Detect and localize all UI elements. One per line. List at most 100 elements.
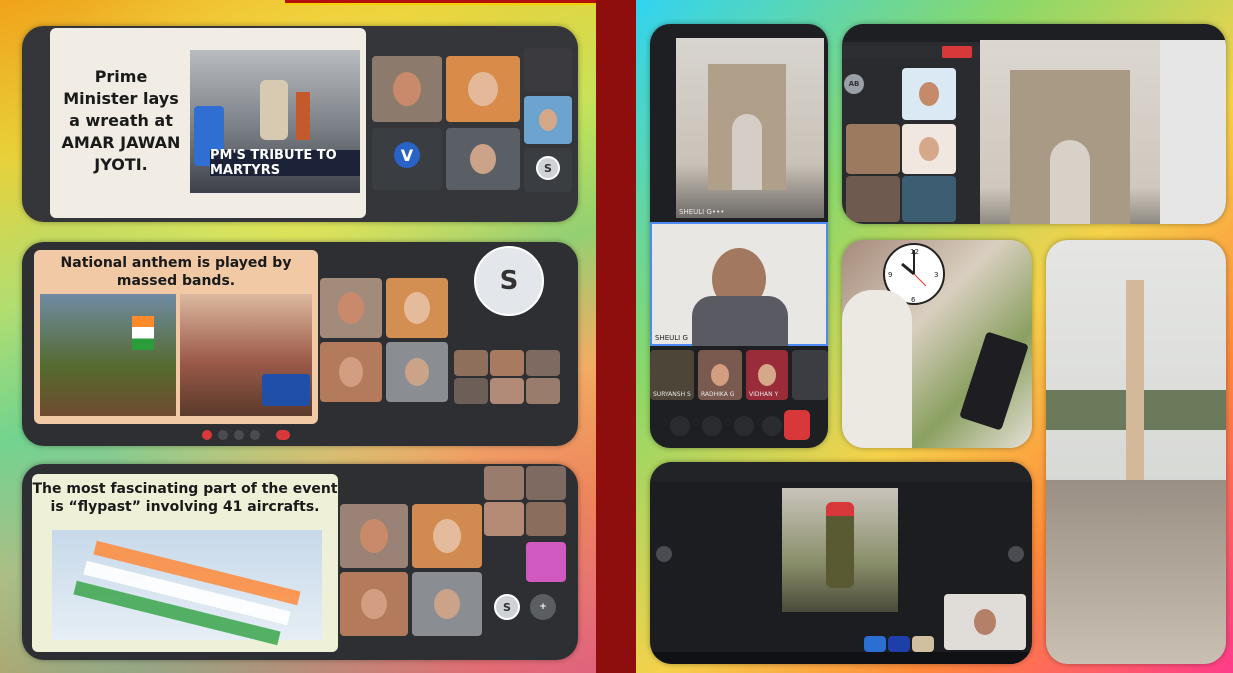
mic-off-icon[interactable] xyxy=(702,416,722,436)
band-photo-1 xyxy=(40,294,176,416)
more-options-icon[interactable]: ••• xyxy=(712,208,724,216)
video-tile xyxy=(526,466,566,500)
video-tile xyxy=(792,350,828,400)
india-gate-video: SHEULI G ••• xyxy=(676,38,824,218)
memorial-photo xyxy=(1046,240,1226,664)
video-tile xyxy=(902,176,956,222)
video-tile xyxy=(454,378,488,404)
video-tile xyxy=(454,350,488,376)
turban xyxy=(826,502,854,516)
meeting-screenshot-1: Prime Minister lays a wreath at AMAR JAW… xyxy=(22,26,578,222)
child-figure xyxy=(842,290,912,448)
svg-text:12: 12 xyxy=(910,248,919,256)
thumbnail[interactable] xyxy=(864,636,886,652)
india-gate-shape xyxy=(1010,70,1130,224)
svg-text:3: 3 xyxy=(934,271,938,279)
popup-overlay xyxy=(262,374,310,406)
flypast-photo xyxy=(52,530,322,646)
side-panel xyxy=(1160,40,1226,224)
mobile-meeting-screenshot: SHEULI G ••• SHEULI G SURYANSH S RADHIKA… xyxy=(650,24,828,448)
speaker-video: SHEULI G xyxy=(650,222,828,346)
soldier-figure xyxy=(826,510,854,588)
self-view-tile xyxy=(944,594,1026,650)
avatar: S xyxy=(494,594,520,620)
pm-photo: PM'S TRIBUTE TO MARTYRS xyxy=(190,50,360,193)
video-tile xyxy=(446,56,520,122)
participant-name: SURYANSH S xyxy=(653,391,691,398)
participant-name: SHEULI G xyxy=(679,208,712,216)
video-tile xyxy=(372,56,442,122)
end-call-button[interactable] xyxy=(202,430,212,440)
flag xyxy=(132,316,154,350)
video-tile xyxy=(386,342,448,402)
video-tile xyxy=(320,342,382,402)
video-tile: V xyxy=(372,128,442,190)
camera-icon[interactable] xyxy=(670,416,690,436)
thumbnail[interactable] xyxy=(912,636,934,652)
slide-title: The most fascinating part of the event i… xyxy=(32,481,338,515)
video-tile xyxy=(902,68,956,120)
thumbnail[interactable] xyxy=(888,636,910,652)
next-arrow-icon[interactable] xyxy=(1008,546,1024,562)
video-tile xyxy=(386,278,448,338)
video-tile xyxy=(412,504,482,568)
more-participants-icon[interactable]: + xyxy=(530,594,556,620)
video-tile: S xyxy=(524,148,572,192)
avatar: V xyxy=(394,142,420,168)
slide-pm-wreath: Prime Minister lays a wreath at AMAR JAW… xyxy=(50,28,366,218)
end-call-button[interactable] xyxy=(784,410,810,440)
svg-text:6: 6 xyxy=(911,296,916,304)
video-tile xyxy=(320,278,382,338)
video-tile xyxy=(526,502,566,536)
participant-name: RADHIKA G xyxy=(701,391,735,398)
video-tile xyxy=(526,350,560,376)
avatar: S xyxy=(474,246,544,316)
video-tile xyxy=(524,96,572,144)
meeting-screenshot-2: National anthem is played by massed band… xyxy=(22,242,578,446)
avatar: S xyxy=(536,156,560,180)
video-tile xyxy=(524,48,572,92)
speaker-icon[interactable] xyxy=(734,416,754,436)
video-tile xyxy=(902,124,956,174)
participant-name: SHEULI G xyxy=(655,334,688,342)
video-tile xyxy=(846,124,900,174)
slide-title: Prime Minister lays a wreath at AMAR JAW… xyxy=(61,67,181,174)
video-tile xyxy=(846,176,900,222)
india-gate-shape xyxy=(708,64,786,190)
video-frame xyxy=(782,488,898,612)
more-options-icon[interactable] xyxy=(762,416,782,436)
tribute-banner: PM'S TRIBUTE TO MARTYRS xyxy=(210,148,360,178)
video-tile xyxy=(340,504,408,568)
india-gate-video xyxy=(980,40,1160,224)
mic-button[interactable] xyxy=(218,430,228,440)
desktop-player-screenshot xyxy=(650,462,1032,664)
window-titlebar xyxy=(650,462,1032,482)
share-button[interactable] xyxy=(250,430,260,440)
video-tile xyxy=(526,378,560,404)
memorial-column xyxy=(1126,280,1144,500)
slide-flypast: The most fascinating part of the event i… xyxy=(32,474,338,652)
video-tile xyxy=(484,466,524,500)
avatar: AB xyxy=(844,74,864,94)
video-tile xyxy=(446,128,520,190)
flag xyxy=(296,92,310,140)
video-tile xyxy=(490,378,524,404)
video-tile xyxy=(490,350,524,376)
student-photo: 12 3 6 9 xyxy=(842,240,1032,448)
video-tile xyxy=(340,572,408,636)
leave-button[interactable] xyxy=(942,46,972,58)
video-tile: VIDHAN Y xyxy=(746,350,788,400)
meeting-screenshot-3: The most fascinating part of the event i… xyxy=(22,464,578,660)
video-tile: SURYANSH S xyxy=(650,350,694,400)
pm-figure xyxy=(260,80,288,140)
band-photo-2 xyxy=(180,294,312,416)
slide-national-anthem: National anthem is played by massed band… xyxy=(34,250,318,424)
prev-arrow-icon[interactable] xyxy=(656,546,672,562)
desktop-meeting-screenshot: AB xyxy=(842,24,1226,224)
camera-button[interactable] xyxy=(234,430,244,440)
video-tile xyxy=(412,572,482,636)
participant-name: VIDHAN Y xyxy=(749,391,779,398)
hangup-button[interactable] xyxy=(276,430,290,440)
slide-title: National anthem is played by massed band… xyxy=(60,255,292,289)
plaza xyxy=(1046,480,1226,664)
